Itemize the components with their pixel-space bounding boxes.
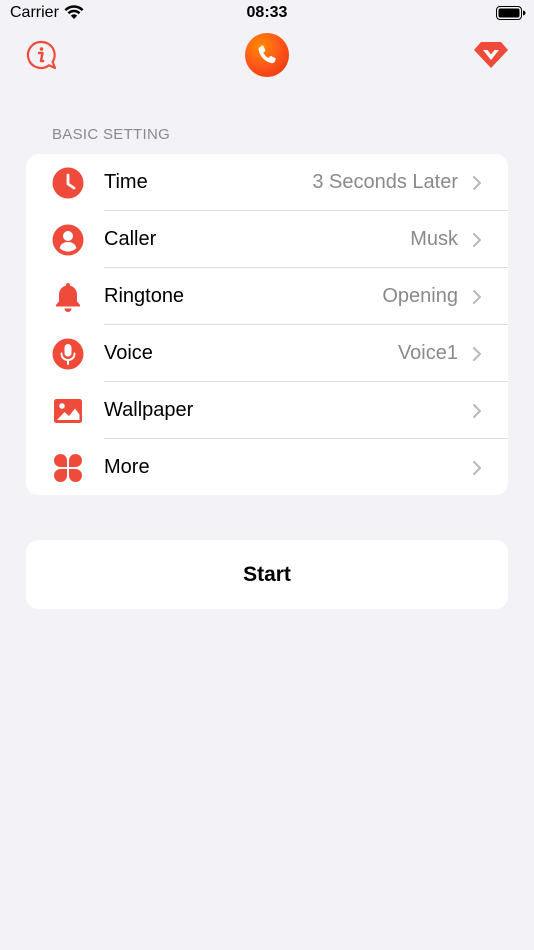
diamond-icon[interactable] [473, 40, 509, 70]
setting-row-wallpaper[interactable]: Wallpaper [26, 382, 508, 439]
setting-row-more[interactable]: More [26, 439, 508, 495]
setting-row-time[interactable]: Time 3 Seconds Later [26, 154, 508, 211]
chevron-right-icon [473, 176, 481, 190]
chevron-right-icon [473, 233, 481, 247]
setting-value: Opening [382, 285, 458, 307]
settings-list: Time 3 Seconds Later Caller Musk Rington… [26, 154, 508, 495]
chevron-right-icon [473, 404, 481, 418]
chevron-right-icon [473, 347, 481, 361]
microphone-icon [52, 338, 84, 370]
setting-label: Caller [104, 228, 157, 250]
setting-label: Time [104, 171, 148, 193]
app-logo [245, 33, 289, 77]
setting-label: Voice [104, 342, 153, 364]
setting-row-ringtone[interactable]: Ringtone Opening [26, 268, 508, 325]
phone-logo-icon [258, 45, 276, 64]
start-button[interactable]: Start [26, 540, 508, 609]
setting-row-caller[interactable]: Caller Musk [26, 211, 508, 268]
grid-icon [54, 454, 82, 482]
battery-icon [496, 6, 526, 20]
setting-label: Wallpaper [104, 399, 194, 421]
info-bubble-icon[interactable] [25, 39, 57, 71]
person-icon [52, 224, 84, 256]
app-screen: Carrier 08:33 BASIC SETTING Time 3 Secon… [0, 0, 534, 950]
chevron-right-icon [473, 290, 481, 304]
bell-icon [56, 283, 80, 312]
section-title: BASIC SETTING [52, 126, 171, 143]
clock-icon [52, 167, 84, 199]
setting-label: Ringtone [104, 285, 185, 307]
status-time: 08:33 [246, 4, 288, 21]
nav-bar [0, 30, 534, 80]
setting-row-voice[interactable]: Voice Voice1 [26, 325, 508, 382]
setting-label: More [104, 456, 150, 478]
chevron-right-icon [473, 461, 481, 475]
status-bar: Carrier 08:33 [0, 0, 534, 28]
image-icon [54, 399, 82, 423]
setting-value: 3 Seconds Later [312, 171, 458, 193]
setting-value: Voice1 [397, 342, 458, 364]
setting-value: Musk [410, 228, 458, 250]
